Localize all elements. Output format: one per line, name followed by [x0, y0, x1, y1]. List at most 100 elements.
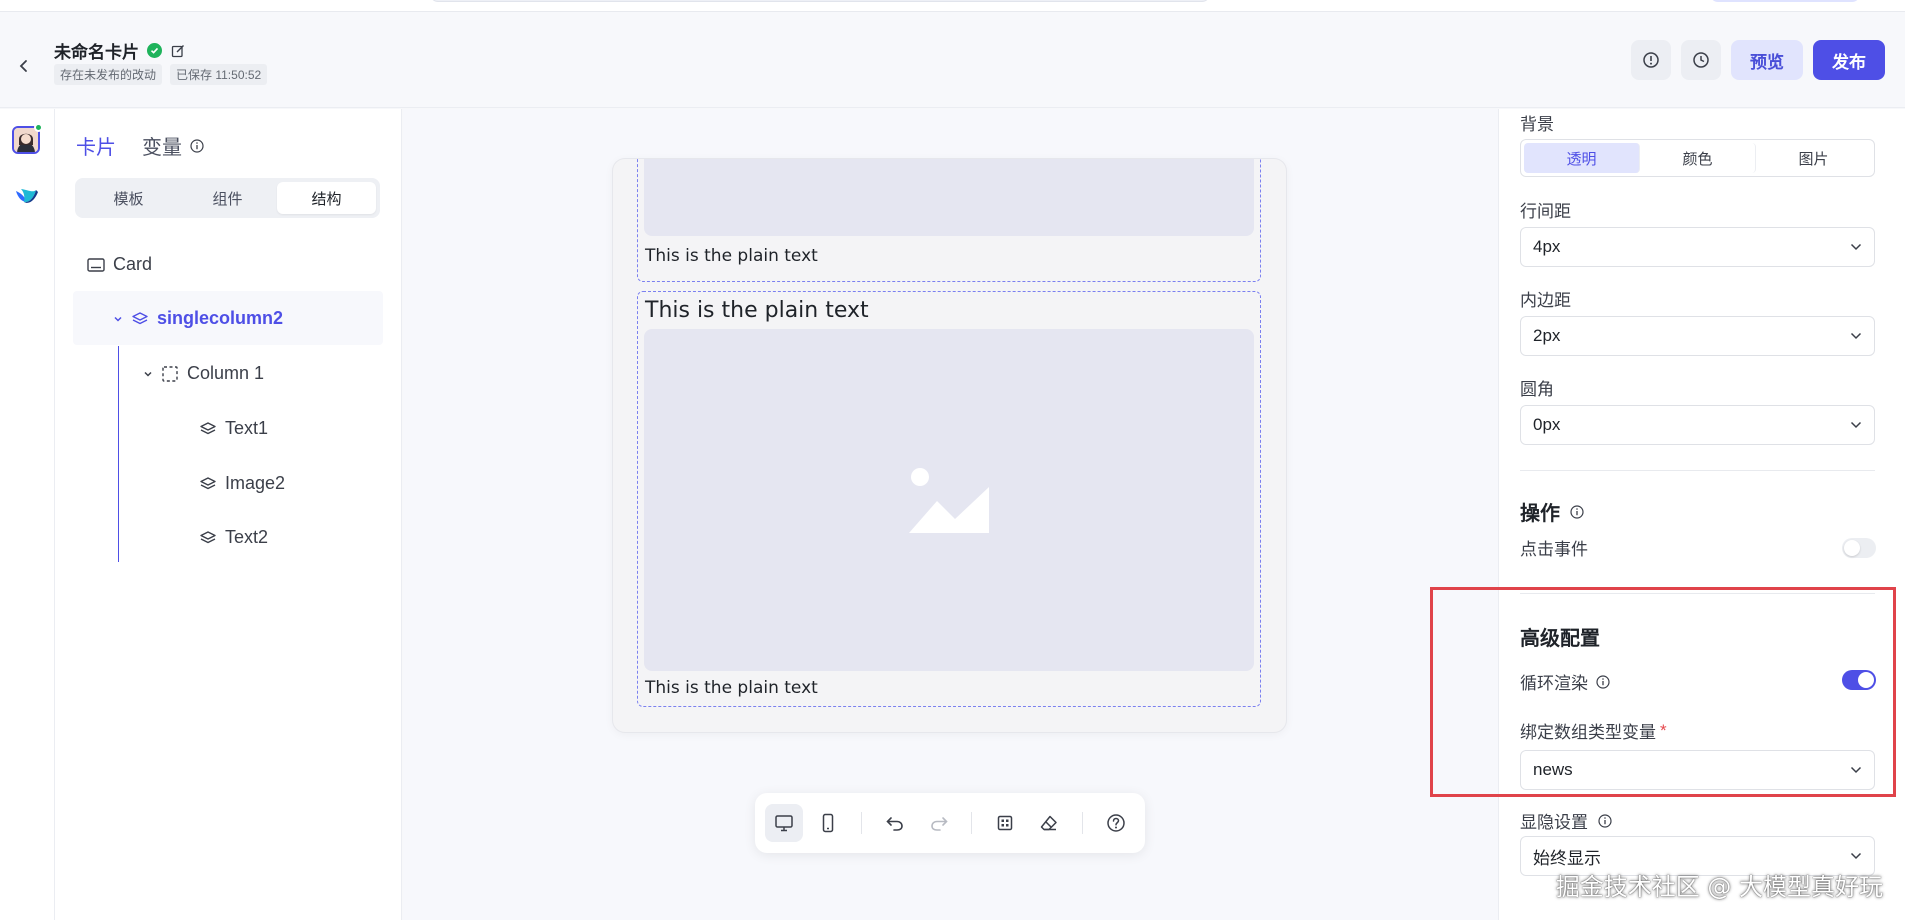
header-actions: 预览 发布	[1631, 40, 1885, 80]
column-dashed-icon	[162, 365, 178, 382]
segment-components[interactable]: 组件	[178, 182, 277, 214]
info-icon[interactable]	[1598, 813, 1612, 828]
chevron-down-icon	[1850, 421, 1862, 429]
preview-button[interactable]: 预览	[1731, 40, 1803, 80]
visibility-value: 始终显示	[1533, 848, 1601, 868]
eraser-button[interactable]	[1030, 804, 1068, 842]
top-strip	[0, 0, 1905, 12]
column-item-previous[interactable]: This is the plain text	[637, 159, 1261, 282]
chevron-down-icon	[1850, 332, 1862, 340]
title-row: 未命名卡片	[54, 38, 186, 63]
card-canvas: This is the plain text This is the plain…	[403, 109, 1498, 920]
left-rail	[0, 109, 55, 920]
back-button[interactable]	[14, 56, 34, 76]
chevron-down-icon	[144, 371, 152, 377]
library-segmented-control: 模板 组件 结构	[75, 178, 380, 218]
annotation-highlight-box	[1430, 587, 1896, 797]
eraser-icon	[1040, 815, 1057, 831]
help-button[interactable]	[1097, 804, 1135, 842]
chevron-down-icon	[1850, 852, 1862, 860]
undo-button[interactable]	[876, 804, 914, 842]
check-circle-icon	[147, 43, 162, 58]
tree-node-label: singlecolumn2	[157, 308, 284, 328]
segment-structure[interactable]: 结构	[277, 182, 376, 214]
visibility-row: 显隐设置	[1520, 808, 1612, 833]
online-status-dot	[34, 123, 43, 132]
redo-button[interactable]	[920, 804, 958, 842]
tree-node-image2[interactable]: Image2	[199, 473, 285, 494]
actions-title: 操作	[1520, 503, 1560, 525]
undo-icon	[886, 817, 903, 831]
top-action-pill[interactable]	[1710, 0, 1860, 2]
radius-label: 圆角	[1520, 380, 1554, 399]
status-row: 存在未发布的改动 已保存 11:50:52	[54, 64, 268, 85]
info-icon[interactable]	[1570, 504, 1584, 519]
info-icon[interactable]	[190, 138, 204, 153]
edit-icon[interactable]	[170, 43, 186, 59]
publish-button[interactable]: 发布	[1813, 40, 1885, 80]
history-button[interactable]	[1681, 40, 1721, 80]
layers-icon	[132, 311, 148, 324]
properties-panel: 背景 透明 颜色 图片 行间距 4px 内边距 2px 圆角 0px 操作 点击…	[1498, 109, 1905, 920]
plain-text-heading[interactable]: This is the plain text	[645, 298, 869, 323]
tab-card[interactable]: 卡片	[76, 131, 116, 160]
layers-icon	[200, 476, 216, 489]
app-logo-icon[interactable]	[12, 181, 40, 209]
card-preview[interactable]: This is the plain text This is the plain…	[613, 159, 1286, 732]
image-placeholder[interactable]	[644, 329, 1254, 671]
padding-label: 内边距	[1520, 291, 1571, 310]
info-button[interactable]	[1631, 40, 1671, 80]
click-event-toggle[interactable]	[1842, 538, 1876, 558]
address-bar[interactable]	[430, 0, 1210, 2]
desktop-view-button[interactable]	[765, 804, 803, 842]
segment-templates[interactable]: 模板	[79, 182, 178, 214]
padding-select[interactable]: 2px	[1520, 316, 1875, 356]
tree-node-column-1[interactable]: Column 1	[143, 363, 264, 384]
chevron-left-icon	[19, 60, 27, 72]
tree-node-label: Text1	[225, 418, 269, 438]
tree-guide-line	[118, 346, 119, 562]
help-circle-icon	[1107, 814, 1125, 832]
padding-value: 2px	[1533, 326, 1561, 345]
toolbar-divider	[1082, 812, 1084, 834]
redo-icon	[930, 817, 948, 831]
tab-variables[interactable]: 变量	[142, 131, 204, 160]
grid-button[interactable]	[986, 804, 1024, 842]
line-spacing-select[interactable]: 4px	[1520, 227, 1875, 267]
layers-icon	[200, 421, 216, 434]
chevron-down-icon	[114, 316, 122, 322]
image-placeholder[interactable]	[644, 159, 1254, 236]
unpublished-badge: 存在未发布的改动	[54, 64, 163, 85]
mobile-view-button[interactable]	[809, 804, 847, 842]
tree-node-singlecolumn2[interactable]: singlecolumn2	[113, 308, 283, 329]
click-event-label: 点击事件	[1520, 540, 1588, 559]
tree-node-text2[interactable]: Text2	[199, 527, 268, 548]
clock-icon	[1693, 52, 1709, 68]
plain-text[interactable]: This is the plain text	[645, 678, 818, 698]
column-item-current[interactable]: This is the plain text This is the plain…	[637, 291, 1261, 707]
editor-header: 未命名卡片 存在未发布的改动 已保存 11:50:52 预览 发布	[0, 12, 1905, 108]
grid-icon	[998, 815, 1013, 831]
tree-node-label: Image2	[225, 473, 286, 493]
chevron-down-icon	[1850, 243, 1862, 251]
background-segmented-control: 透明 颜色 图片	[1520, 139, 1875, 177]
actions-section-title: 操作	[1520, 497, 1584, 526]
tree-node-text1[interactable]: Text1	[199, 418, 268, 439]
plain-text[interactable]: This is the plain text	[645, 246, 818, 266]
section-divider	[1520, 470, 1875, 471]
visibility-label: 显隐设置	[1520, 813, 1588, 832]
layers-icon	[200, 530, 216, 543]
tree-node-card[interactable]: Card	[87, 254, 152, 275]
watermark: 掘金技术社区 @ 大模型真好玩	[1555, 873, 1883, 901]
saved-badge: 已保存 11:50:52	[170, 64, 268, 85]
radius-select[interactable]: 0px	[1520, 405, 1875, 445]
background-transparent[interactable]: 透明	[1524, 143, 1640, 173]
image-icon	[909, 468, 989, 533]
radius-value: 0px	[1533, 415, 1561, 434]
tree-node-label: Card	[113, 254, 153, 274]
background-image[interactable]: 图片	[1756, 143, 1871, 173]
mobile-icon	[822, 813, 834, 833]
background-color[interactable]: 颜色	[1640, 143, 1756, 173]
toolbar-divider	[971, 812, 973, 834]
tree-node-label: Column 1	[187, 363, 265, 383]
